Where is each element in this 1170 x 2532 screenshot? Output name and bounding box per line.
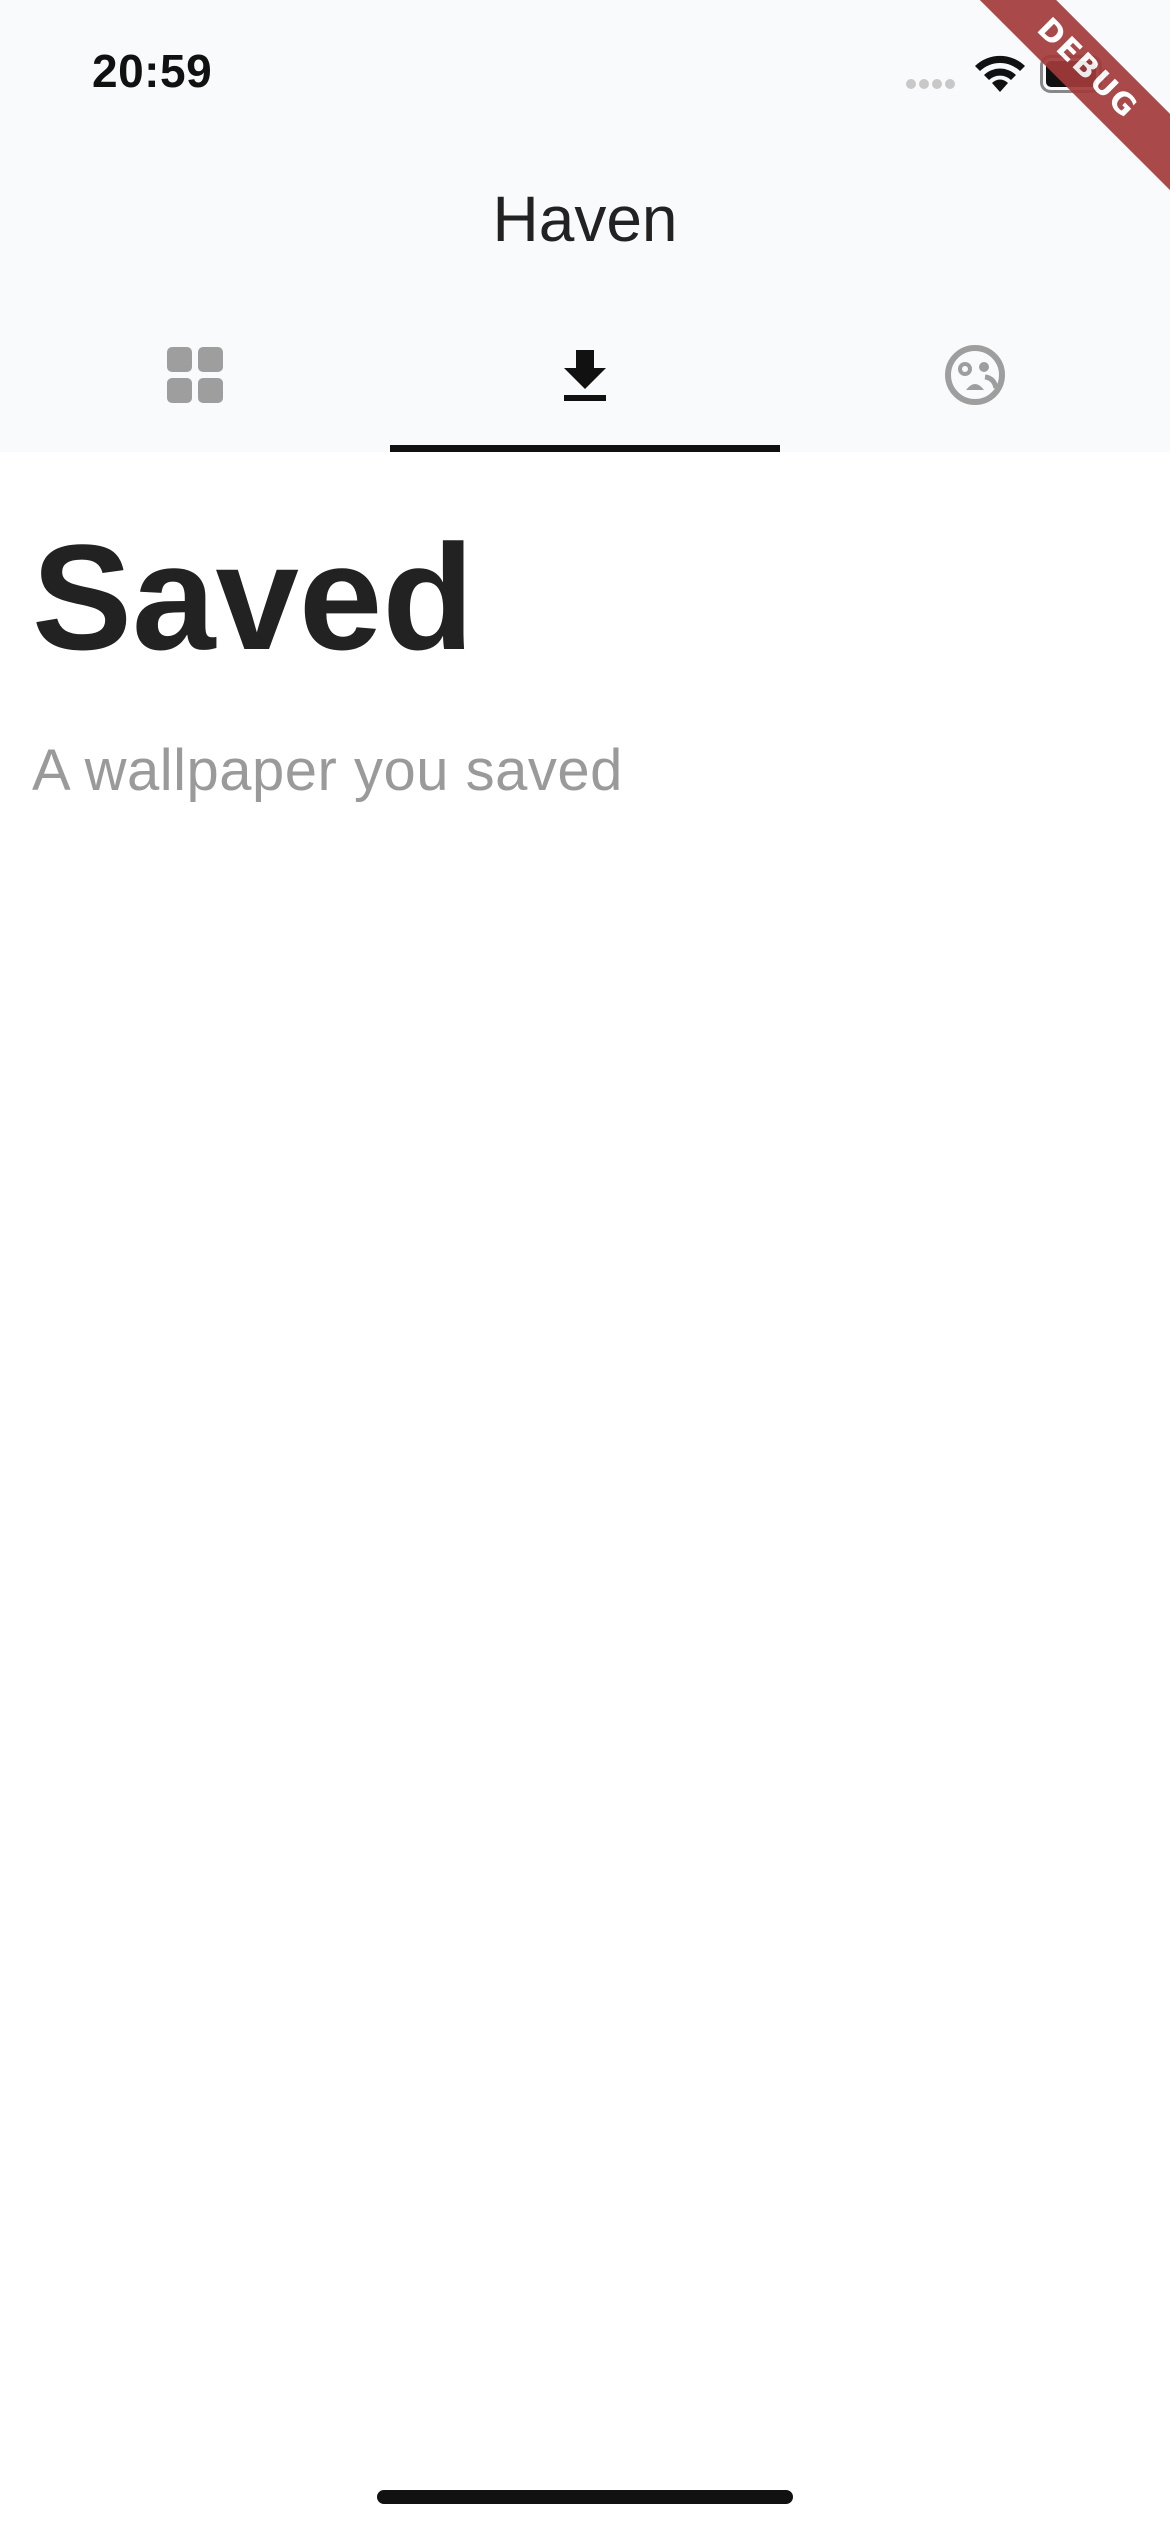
status-bar: 20:59 bbox=[0, 0, 1170, 150]
page-subtitle: A wallpaper you saved bbox=[32, 738, 623, 803]
face-icon bbox=[945, 345, 1005, 405]
cellular-signal-icon bbox=[906, 79, 955, 89]
grid-icon bbox=[167, 347, 223, 403]
tab-profile[interactable] bbox=[780, 330, 1170, 452]
top-area: 20:59 Haven DEBUG bbox=[0, 0, 1170, 452]
status-time: 20:59 bbox=[92, 45, 213, 97]
tab-browse[interactable] bbox=[0, 330, 390, 452]
page-title: Saved bbox=[32, 513, 474, 681]
app-screen: 20:59 Haven DEBUG Saved A wallpaper you … bbox=[0, 0, 1170, 2532]
home-indicator[interactable] bbox=[377, 2490, 793, 2504]
tab-bar bbox=[0, 330, 1170, 452]
tab-indicator bbox=[390, 445, 780, 452]
wifi-icon bbox=[975, 55, 1025, 92]
download-icon bbox=[564, 350, 606, 401]
app-title: Haven bbox=[492, 183, 678, 255]
saved-page: Saved A wallpaper you saved bbox=[0, 452, 1170, 2532]
tab-saved[interactable] bbox=[390, 330, 780, 452]
